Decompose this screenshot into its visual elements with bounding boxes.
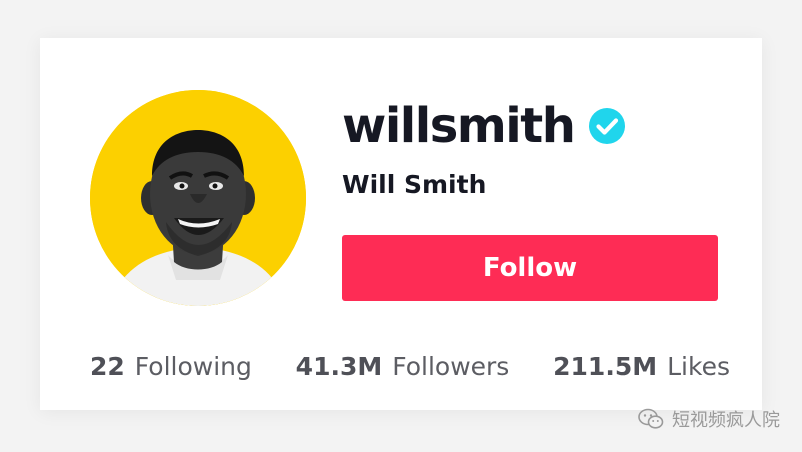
stat-value: 22 [90,352,125,381]
verified-check-icon [588,107,626,145]
profile-card: willsmith Will Smith Follow 22 Following… [40,38,762,410]
stat-likes: 211.5M Likes [553,352,730,381]
stat-followers[interactable]: 41.3M Followers [296,352,510,381]
wechat-icon [638,408,664,430]
stat-following[interactable]: 22 Following [90,352,252,381]
display-name: Will Smith [342,170,487,199]
stat-label: Following [134,352,252,381]
stat-label: Likes [667,352,730,381]
stat-value: 41.3M [295,352,383,381]
stat-value: 211.5M [553,352,658,381]
follow-button[interactable]: Follow [342,235,718,301]
profile-stats: 22 Following 41.3M Followers 211.5M Like… [90,352,730,381]
username-row: willsmith [342,96,626,156]
avatar[interactable] [90,90,306,306]
username: willsmith [342,98,576,154]
avatar-portrait-icon [90,90,306,306]
watermark-text: 短视频疯人院 [672,410,780,431]
watermark: 短视频疯人院 [638,406,780,432]
stat-label: Followers [392,352,510,381]
